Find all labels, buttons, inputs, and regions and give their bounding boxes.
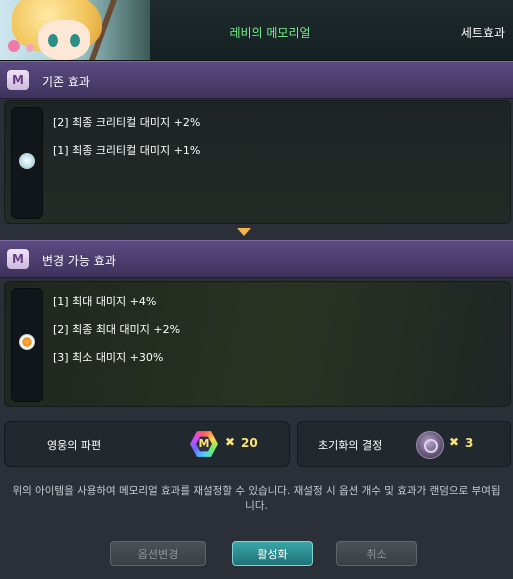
new-option: [3] 최소 대미지 +30% — [53, 351, 164, 364]
rainbow-hexagon-icon: M — [190, 431, 218, 457]
material-name: 영웅의 파편 — [47, 439, 102, 452]
cancel-button[interactable]: 취소 — [336, 541, 417, 566]
new-option: [1] 최대 대미지 +4% — [53, 295, 157, 308]
memorial-icon: M — [7, 249, 29, 269]
activate-button[interactable]: 활성화 — [232, 541, 313, 566]
character-portrait — [0, 0, 150, 60]
description-text: 위의 아이템을 사용하여 메모리얼 효과를 재설정할 수 있습니다. 재설정 시… — [12, 485, 501, 512]
new-effect-header: M 변경 가능 효과 — [0, 240, 513, 278]
current-effect-radio[interactable] — [19, 153, 35, 169]
window-title: 레비의 메모리얼 — [229, 26, 311, 40]
section-label: 기존 효과 — [42, 75, 90, 89]
new-effect-radio[interactable] — [19, 334, 35, 350]
multiply-icon: ✖ — [225, 435, 236, 449]
change-option-button[interactable]: 옵션변경 — [110, 541, 206, 566]
material-name: 초기화의 결정 — [318, 439, 383, 452]
current-option: [1] 최종 크리티컬 대미지 +1% — [53, 144, 201, 157]
down-arrow-icon — [237, 228, 251, 236]
material-count: 3 — [465, 436, 474, 450]
new-option: [2] 최종 최대 대미지 +2% — [53, 323, 181, 336]
material-hero-fragment: 영웅의 파편 M ✖ 20 — [4, 421, 290, 467]
crystal-orb-icon — [416, 431, 444, 459]
memorial-icon: M — [7, 70, 29, 90]
set-effect-tab[interactable]: 세트효과 — [461, 24, 505, 41]
new-effect-panel: [1] 최대 대미지 +4% [2] 최종 최대 대미지 +2% [3] 최소 … — [4, 281, 511, 407]
material-count: 20 — [241, 436, 258, 450]
flower-icon — [8, 40, 20, 52]
current-option: [2] 최종 크리티컬 대미지 +2% — [53, 116, 201, 129]
window-header: 레비의 메모리얼 세트효과 — [0, 0, 513, 61]
current-effect-panel: [2] 최종 크리티컬 대미지 +2% [1] 최종 크리티컬 대미지 +1% — [4, 100, 511, 224]
material-reset-crystal: 초기화의 결정 ✖ 3 — [297, 421, 511, 467]
section-label: 변경 가능 효과 — [42, 254, 116, 268]
multiply-icon: ✖ — [449, 435, 460, 449]
current-effect-header: M 기존 효과 — [0, 61, 513, 99]
